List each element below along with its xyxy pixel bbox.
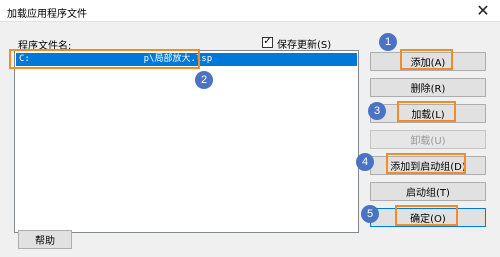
file-listbox[interactable]: C: p\局部放大.lsp	[14, 50, 359, 233]
remove-button[interactable]: 删除(R)	[370, 78, 486, 97]
add-button[interactable]: 添加(A)	[370, 52, 486, 71]
close-icon[interactable]: ✕	[472, 1, 494, 21]
ok-button[interactable]: 确定(O)	[370, 208, 486, 227]
list-item-path: C: p\局部放大.lsp	[19, 54, 213, 64]
list-item[interactable]: C: p\局部放大.lsp	[16, 53, 357, 66]
window-title: 加载应用程序文件	[7, 9, 87, 20]
step-marker-5: 5	[361, 205, 379, 223]
load-button[interactable]: 加载(L)	[370, 104, 486, 123]
unload-button: 卸载(U)	[370, 130, 486, 149]
step-marker-4: 4	[356, 153, 374, 171]
add-to-startup-button[interactable]: 添加到启动组(D)	[370, 156, 486, 175]
check-icon: ✓	[263, 36, 272, 47]
save-updates-checkbox[interactable]: ✓	[262, 36, 273, 48]
title-bar: 加载应用程序文件 ✕	[0, 0, 500, 22]
step-marker-2: 2	[195, 71, 213, 89]
help-button[interactable]: 帮助	[18, 230, 72, 249]
step-marker-3: 3	[368, 102, 386, 120]
startup-suite-button[interactable]: 启动组(T)	[370, 182, 486, 201]
save-updates-label[interactable]: 保存更新(S)	[277, 36, 331, 51]
step-marker-1: 1	[379, 33, 397, 51]
